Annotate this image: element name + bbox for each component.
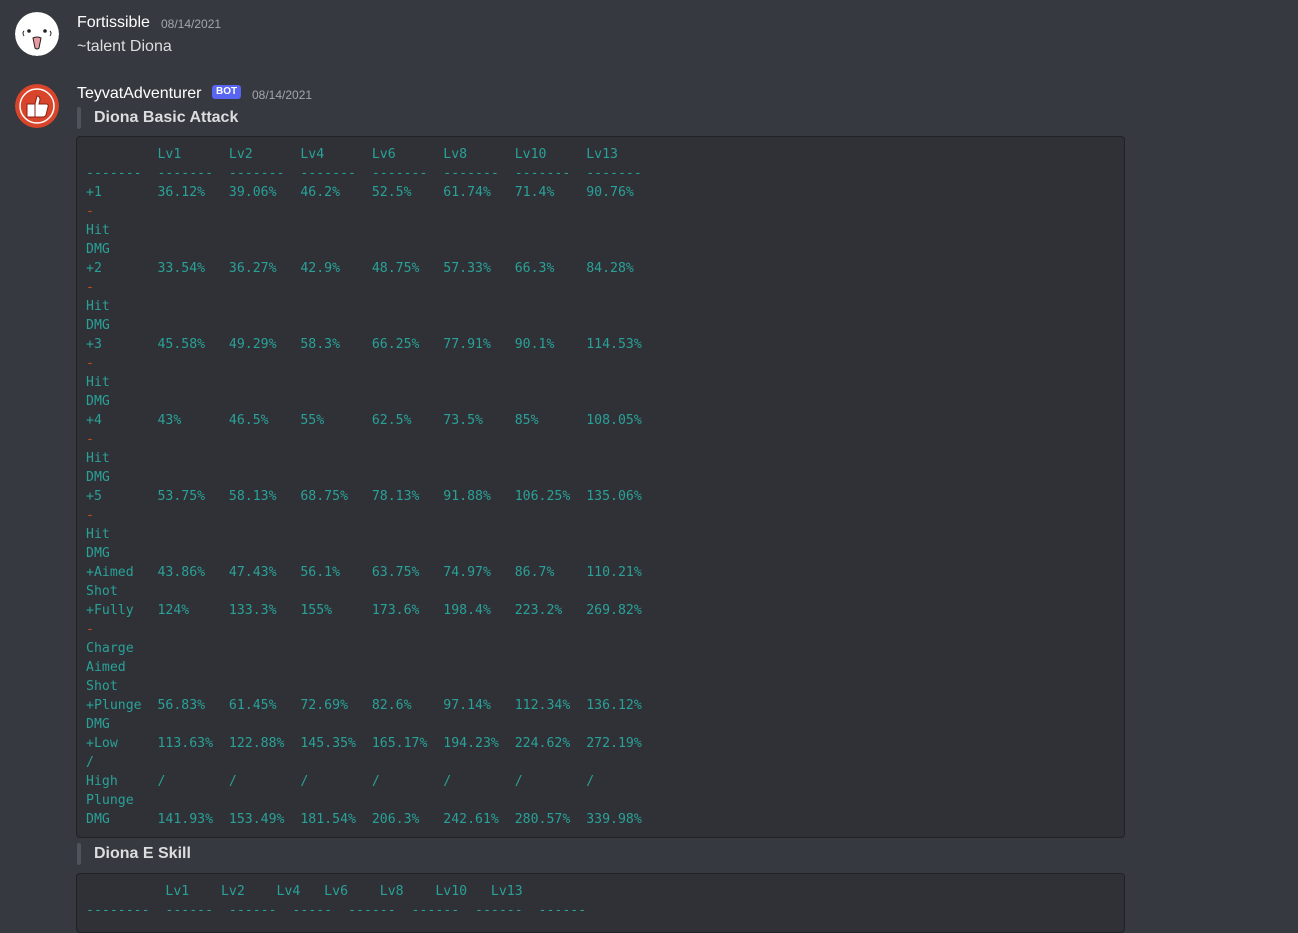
blockquote-bar [77,107,81,129]
avatar-fortissible[interactable] [15,12,59,56]
code-line: - [86,280,94,295]
code-line: +4 43% 46.5% 55% 62.5% 73.5% 85% 108.05% [86,413,642,428]
code-line: +Fully 124% 133.3% 155% 173.6% 198.4% 22… [86,603,642,618]
code-line: Hit [86,223,110,238]
code-line: - [86,508,94,523]
username[interactable]: TeyvatAdventurer [77,85,202,103]
code-line: +Plunge 56.83% 61.45% 72.69% 82.6% 97.14… [86,698,642,713]
code-line: Hit [86,527,110,542]
code-line: -------- ------ ------ ----- ------ ----… [86,903,587,918]
code-line: DMG [86,546,110,561]
blockquote-bar [77,843,81,865]
code-line: DMG [86,717,110,732]
code-line: Shot [86,584,118,599]
timestamp[interactable]: 08/14/2021 [252,88,312,102]
code-line: Shot [86,679,118,694]
code-table-basic-attack: Lv1 Lv2 Lv4 Lv6 Lv8 Lv10 Lv13 ------- ---… [86,145,642,829]
section-title-basic-attack: Diona Basic Attack [94,109,239,126]
code-line: Hit [86,299,110,314]
code-line: ------- ------- ------- ------- ------- … [86,166,642,181]
code-line: Plunge [86,793,134,808]
code-line: Hit [86,375,110,390]
code-line: DMG [86,242,110,257]
code-line: Aimed [86,660,126,675]
username[interactable]: Fortissible [77,14,150,32]
code-line: +Low 113.63% 122.88% 145.35% 165.17% 194… [86,736,642,751]
timestamp[interactable]: 08/14/2021 [161,17,221,31]
code-line: - [86,204,94,219]
codeblock-basic-attack: Lv1 Lv2 Lv4 Lv6 Lv8 Lv10 Lv13 ------- ---… [76,136,1125,838]
codeblock-e-skill: Lv1 Lv2 Lv4 Lv6 Lv8 Lv10 Lv13 -------- --… [76,873,1125,933]
code-line: +Aimed 43.86% 47.43% 56.1% 63.75% 74.97%… [86,565,642,580]
message-text: ~talent Diona [77,38,172,55]
code-line: / [86,755,94,770]
code-line: +2 33.54% 36.27% 42.9% 48.75% 57.33% 66.… [86,261,634,276]
code-line: DMG [86,318,110,333]
code-line: +5 53.75% 58.13% 68.75% 78.13% 91.88% 10… [86,489,642,504]
code-line: DMG [86,470,110,485]
code-line: Lv1 Lv2 Lv4 Lv6 Lv8 Lv10 Lv13 [86,884,523,899]
code-line: - [86,432,94,447]
code-line: +1 36.12% 39.06% 46.2% 52.5% 61.74% 71.4… [86,185,634,200]
code-line: Lv1 Lv2 Lv4 Lv6 Lv8 Lv10 Lv13 [86,147,618,162]
code-line: +3 45.58% 49.29% 58.3% 66.25% 77.91% 90.… [86,337,642,352]
code-line: - [86,622,94,637]
bot-tag: BOT [212,85,242,99]
code-line: DMG 141.93% 153.49% 181.54% 206.3% 242.6… [86,812,642,827]
section-title-e-skill: Diona E Skill [94,845,191,862]
avatar-teyvatadventurer[interactable] [15,84,59,128]
code-line: High / / / / / / / [86,774,595,789]
code-line: DMG [86,394,110,409]
code-line: - [86,356,94,371]
code-table-e-skill: Lv1 Lv2 Lv4 Lv6 Lv8 Lv10 Lv13 -------- --… [86,882,586,920]
code-line: Charge [86,641,134,656]
code-line: Hit [86,451,110,466]
